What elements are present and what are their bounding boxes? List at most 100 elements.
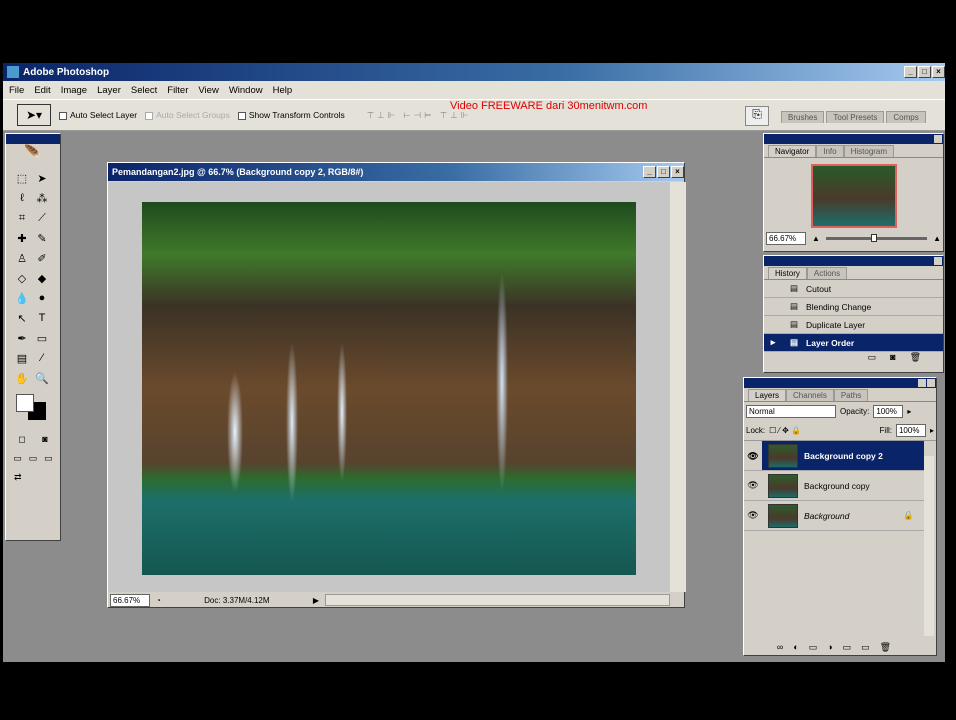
move-tool-preset-picker[interactable]: ➤▾ [17,104,51,126]
paint-bucket-tool[interactable]: ◆ [32,268,52,288]
navigator-zoom-field[interactable]: 66.67% [766,232,806,245]
photoshop-icon [7,66,19,78]
waterfall-image [142,202,636,575]
history-item[interactable]: ▤ Blending Change [764,298,943,316]
menu-select[interactable]: Select [131,85,157,96]
well-tab-tool-presets[interactable]: Tool Presets [826,111,885,123]
doc-minimize-button[interactable]: _ [643,166,656,178]
horizontal-scrollbar[interactable] [325,594,670,606]
tab-history[interactable]: History [768,267,807,279]
pen-tool[interactable]: ✒ [12,328,32,348]
minimize-button[interactable]: _ [904,66,917,78]
menu-window[interactable]: Window [229,85,263,96]
photoshop-window: Adobe Photoshop _ □ × File Edit Image La… [3,63,945,662]
close-button[interactable]: × [932,66,945,78]
file-browser-icon[interactable]: ⎘ [745,106,769,126]
opacity-field[interactable]: 100% [873,405,904,418]
zoom-out-icon[interactable]: ▲ [812,234,820,243]
vertical-scrollbar[interactable] [670,182,686,592]
eyedropper-tool[interactable]: ⁄ [32,348,52,368]
layer-row[interactable]: 👁 Background copy [744,471,924,501]
notes-tool[interactable]: ▤ [12,348,32,368]
zoom-tool[interactable]: 🔍 [32,368,52,388]
doc-close-button[interactable]: × [671,166,684,178]
layer-row[interactable]: 👁 Background 🔒 [744,501,924,531]
tab-actions[interactable]: Actions [806,267,848,279]
layer-row-selected[interactable]: 👁 Background copy 2 [744,441,924,471]
tab-paths[interactable]: Paths [833,389,869,401]
layers-footer-buttons[interactable]: ∞◐▭◑▭▭🗑 [744,642,934,653]
auto-select-layer-checkbox[interactable]: Auto Select Layer [59,110,137,120]
palette-well: Brushes Tool Presets Comps [781,111,926,123]
status-menu-arrow[interactable]: ▶ [313,596,319,605]
screen-mode-buttons[interactable]: ▭ ▭ ▭ [6,449,60,468]
jump-to-imageready-button[interactable]: ⇄ [6,468,60,487]
status-bar: 66.67% ◔ Doc: 3.37M/4.12M ▶ [110,593,670,607]
slice-tool[interactable]: ⟋ [32,208,52,228]
dodge-tool[interactable]: ● [32,288,52,308]
menu-file[interactable]: File [9,85,24,96]
visibility-eye-icon[interactable]: 👁 [744,441,762,470]
healing-brush-tool[interactable]: ✚ [12,228,32,248]
doc-maximize-button[interactable]: □ [657,166,670,178]
shape-tool[interactable]: ▭ [32,328,52,348]
move-tool[interactable]: ➤ [32,168,52,188]
history-item-selected[interactable]: ▸ ▤ Layer Order [764,334,943,352]
well-tab-brushes[interactable]: Brushes [781,111,825,123]
history-item[interactable]: ▤ Cutout [764,280,943,298]
tab-layers[interactable]: Layers [748,389,787,401]
canvas-area[interactable] [108,182,686,592]
eraser-tool[interactable]: ◇ [12,268,32,288]
blend-mode-select[interactable]: Normal [746,405,836,418]
tab-histogram[interactable]: Histogram [843,145,895,157]
marquee-tool[interactable]: ⬚ [12,168,32,188]
fill-arrow[interactable]: ▸ [930,426,934,435]
layers-scrollbar[interactable] [924,456,934,636]
lock-icons[interactable]: ☐ ⁄ ✥ 🔒 [769,426,801,435]
path-selection-tool[interactable]: ↖ [12,308,32,328]
app-title-bar: Adobe Photoshop _ □ × [3,63,945,81]
menu-filter[interactable]: Filter [167,85,188,96]
tab-info[interactable]: Info [816,145,844,157]
menu-help[interactable]: Help [273,85,293,96]
magic-wand-tool[interactable]: ⁂ [32,188,52,208]
zoom-in-icon[interactable]: ▲ [933,234,941,243]
app-title: Adobe Photoshop [23,66,110,78]
watermark-text: Video FREEWARE dari 30menitwm.com [450,100,648,112]
doc-size: Doc: 3.37M/4.12M [204,595,270,605]
crop-tool[interactable]: ⌗ [12,208,32,228]
visibility-eye-icon[interactable]: 👁 [744,480,762,491]
fill-field[interactable]: 100% [895,424,926,437]
history-brush-tool[interactable]: ✐ [32,248,52,268]
menu-view[interactable]: View [198,85,218,96]
opacity-arrow[interactable]: ▸ [907,407,911,416]
color-swatches[interactable] [6,390,60,430]
auto-select-groups-checkbox[interactable]: Auto Select Groups [145,110,230,120]
well-tab-comps[interactable]: Comps [886,111,926,123]
menu-edit[interactable]: Edit [34,85,50,96]
menu-bar: File Edit Image Layer Select Filter View… [3,81,945,99]
menu-layer[interactable]: Layer [97,85,121,96]
opacity-label: Opacity: [840,407,870,416]
brush-tool[interactable]: ✎ [32,228,52,248]
tab-navigator[interactable]: Navigator [768,145,817,157]
layers-panel: Layers Channels Paths Normal Opacity: 10… [743,377,937,656]
show-transform-controls-checkbox[interactable]: Show Transform Controls [237,110,345,120]
type-tool[interactable]: T [32,308,52,328]
clone-stamp-tool[interactable]: ♙ [12,248,32,268]
history-item[interactable]: ▤ Duplicate Layer [764,316,943,334]
navigator-thumbnail[interactable] [810,164,897,228]
zoom-field[interactable]: 66.67% [110,593,150,607]
quick-mask-buttons[interactable]: ◻ ◙ [6,430,60,449]
navigator-panel: Navigator Info Histogram 66.67% ▲ ▲ [763,133,944,252]
hand-tool[interactable]: ✋ [12,368,32,388]
tab-channels[interactable]: Channels [786,389,834,401]
lasso-tool[interactable]: ℓ [12,188,32,208]
history-footer-buttons[interactable]: ▭◙🗑 [764,352,943,363]
maximize-button[interactable]: □ [918,66,931,78]
blur-tool[interactable]: 💧 [12,288,32,308]
zoom-slider[interactable] [825,234,928,242]
history-panel: History Actions ▤ Cutout ▤ Blending Change… [763,255,944,373]
visibility-eye-icon[interactable]: 👁 [744,510,762,521]
menu-image[interactable]: Image [61,85,87,96]
